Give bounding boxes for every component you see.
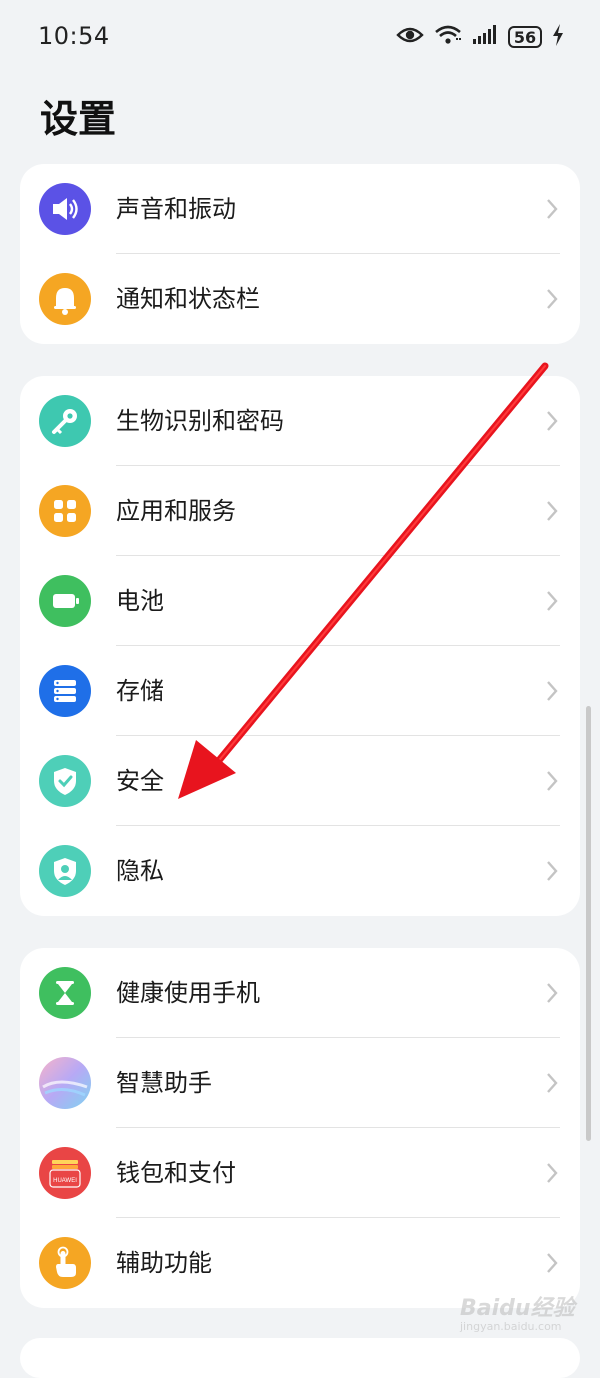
chevron-right-icon bbox=[547, 861, 558, 881]
page-title: 设置 bbox=[40, 97, 117, 141]
assistant-orb-icon bbox=[39, 1057, 91, 1109]
settings-group-3: 健康使用手机 智慧助手 HUAWEI 钱包和支付 辅助功能 bbox=[20, 948, 580, 1308]
apps-grid-icon bbox=[39, 485, 91, 537]
setting-label: 健康使用手机 bbox=[116, 979, 260, 1007]
watermark-brand: Baidu经验 bbox=[460, 1296, 575, 1321]
chevron-right-icon bbox=[547, 199, 558, 219]
wallet-icon-text: HUAWEI bbox=[53, 1178, 77, 1184]
chevron-right-icon bbox=[547, 591, 558, 611]
chevron-right-icon bbox=[547, 1073, 558, 1093]
chevron-right-icon bbox=[547, 289, 558, 309]
key-icon bbox=[39, 395, 91, 447]
setting-digital-balance[interactable]: 健康使用手机 bbox=[20, 948, 580, 1038]
chevron-right-icon bbox=[547, 1253, 558, 1273]
setting-privacy[interactable]: 隐私 bbox=[20, 826, 580, 916]
setting-smart-assistant[interactable]: 智慧助手 bbox=[20, 1038, 580, 1128]
status-icons: 56 bbox=[396, 24, 564, 50]
settings-group-4-partial bbox=[20, 1338, 580, 1378]
setting-label: 隐私 bbox=[116, 857, 164, 885]
setting-label: 通知和状态栏 bbox=[116, 285, 260, 313]
chevron-right-icon bbox=[547, 681, 558, 701]
chevron-right-icon bbox=[547, 983, 558, 1003]
watermark-url: jingyan.baidu.com bbox=[460, 1320, 562, 1333]
wallet-icon: HUAWEI bbox=[39, 1147, 91, 1199]
setting-apps-services[interactable]: 应用和服务 bbox=[20, 466, 580, 556]
setting-label: 应用和服务 bbox=[116, 497, 236, 525]
storage-icon bbox=[39, 665, 91, 717]
setting-wallet-payment[interactable]: HUAWEI 钱包和支付 bbox=[20, 1128, 580, 1218]
bell-icon bbox=[39, 273, 91, 325]
eye-icon bbox=[396, 25, 424, 49]
setting-label: 存储 bbox=[116, 677, 164, 705]
baidu-watermark: Baidu经验 jingyan.baidu.com bbox=[460, 1290, 580, 1340]
setting-sound-vibration[interactable]: 声音和振动 bbox=[20, 164, 580, 254]
setting-label: 安全 bbox=[116, 767, 164, 795]
setting-biometrics-password[interactable]: 生物识别和密码 bbox=[20, 376, 580, 466]
settings-group-2: 生物识别和密码 应用和服务 电池 存储 安全 隐私 bbox=[20, 376, 580, 916]
chevron-right-icon bbox=[547, 501, 558, 521]
hand-touch-icon bbox=[39, 1237, 91, 1289]
battery-icon bbox=[39, 575, 91, 627]
status-time: 10:54 bbox=[38, 22, 110, 50]
speaker-icon bbox=[39, 183, 91, 235]
chevron-right-icon bbox=[547, 411, 558, 431]
settings-group-1: 声音和振动 通知和状态栏 bbox=[20, 164, 580, 344]
battery-indicator: 56 bbox=[508, 26, 542, 48]
wifi-icon bbox=[434, 24, 462, 50]
chevron-right-icon bbox=[547, 1163, 558, 1183]
setting-label: 智慧助手 bbox=[116, 1069, 212, 1097]
setting-storage[interactable]: 存储 bbox=[20, 646, 580, 736]
setting-label: 生物识别和密码 bbox=[116, 407, 284, 435]
setting-label: 钱包和支付 bbox=[116, 1159, 236, 1187]
setting-battery[interactable]: 电池 bbox=[20, 556, 580, 646]
status-bar: 10:54 56 bbox=[0, 0, 600, 76]
shield-person-icon bbox=[39, 845, 91, 897]
scrollbar[interactable] bbox=[586, 706, 591, 1141]
setting-label: 电池 bbox=[116, 587, 164, 615]
signal-icon bbox=[472, 25, 498, 49]
hourglass-icon bbox=[39, 967, 91, 1019]
setting-label: 辅助功能 bbox=[116, 1249, 212, 1277]
setting-label: 声音和振动 bbox=[116, 195, 236, 223]
setting-security[interactable]: 安全 bbox=[20, 736, 580, 826]
setting-notifications-statusbar[interactable]: 通知和状态栏 bbox=[20, 254, 580, 344]
chevron-right-icon bbox=[547, 771, 558, 791]
shield-check-icon bbox=[39, 755, 91, 807]
charging-icon bbox=[552, 24, 564, 50]
